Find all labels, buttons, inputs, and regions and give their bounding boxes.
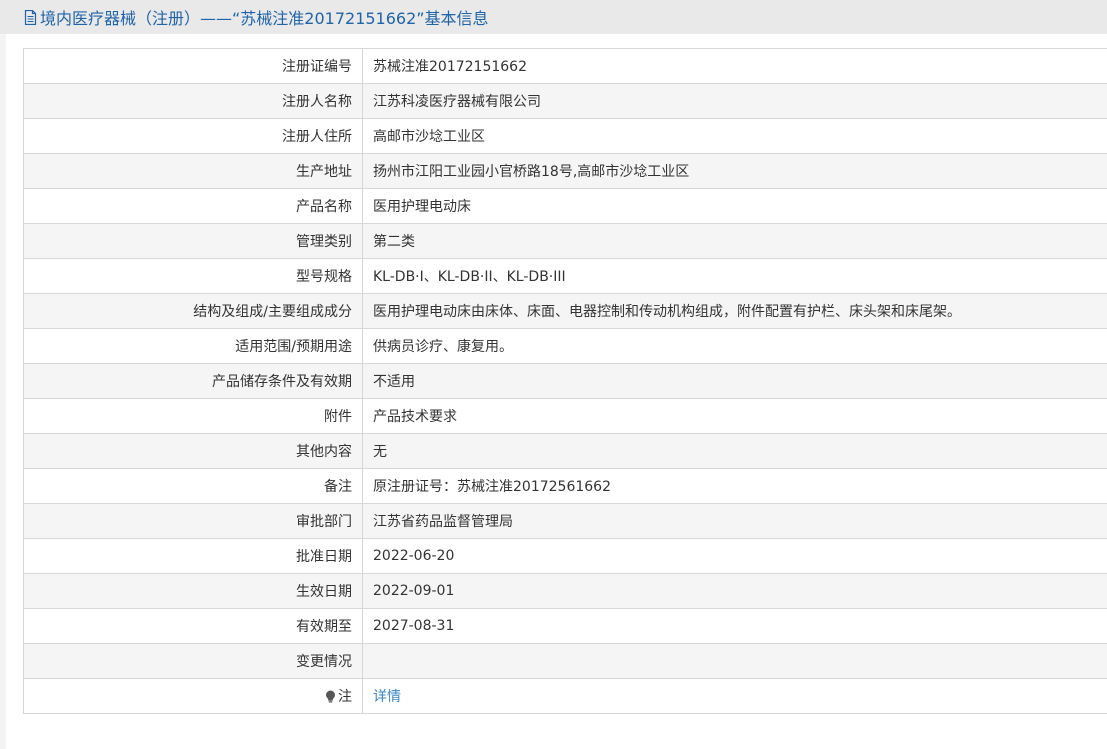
field-value: 供病员诊疗、康复用。 xyxy=(362,328,1107,364)
table-row: 变更情况 xyxy=(23,643,1107,679)
field-label: 注册人名称 xyxy=(23,83,363,119)
table-row: 附件 产品技术要求 xyxy=(23,398,1107,434)
field-value: 扬州市江阳工业园小官桥路18号,高邮市沙埝工业区 xyxy=(362,153,1107,189)
table-row: 注册人名称 江苏科凌医疗器械有限公司 xyxy=(23,83,1107,119)
table-row: 有效期至 2027-08-31 xyxy=(23,608,1107,644)
table-row: 结构及组成/主要组成成分 医用护理电动床由床体、床面、电器控制和传动机构组成，附件… xyxy=(23,293,1107,329)
field-value: KL-DB·I、KL-DB·II、KL-DB·III xyxy=(362,258,1107,294)
note-row: 注 详情 xyxy=(23,678,1107,714)
note-value-cell: 详情 xyxy=(362,678,1107,714)
field-label: 变更情况 xyxy=(23,643,363,679)
info-table: 注册证编号 苏械注准20172151662 注册人名称 江苏科凌医疗器械有限公司 注册人… xyxy=(23,48,1107,714)
field-value: 高邮市沙埝工业区 xyxy=(362,118,1107,154)
page-title: 境内医疗器械（注册）——“苏械注准20172151662”基本信息 xyxy=(40,9,489,28)
table-row: 产品储存条件及有效期 不适用 xyxy=(23,363,1107,399)
field-value: 无 xyxy=(362,433,1107,469)
detail-panel: 注册证编号 苏械注准20172151662 注册人名称 江苏科凌医疗器械有限公司 注册人… xyxy=(6,34,1107,749)
field-label: 管理类别 xyxy=(23,223,363,259)
field-label: 审批部门 xyxy=(23,503,363,539)
table-row: 产品名称 医用护理电动床 xyxy=(23,188,1107,224)
lightbulb-icon xyxy=(325,690,336,707)
field-value: 2022-06-20 xyxy=(362,538,1107,574)
field-label: 生效日期 xyxy=(23,573,363,609)
table-row: 备注 原注册证号：苏械注准20172561662 xyxy=(23,468,1107,504)
field-label: 结构及组成/主要组成成分 xyxy=(23,293,363,329)
field-label: 备注 xyxy=(23,468,363,504)
note-label-cell: 注 xyxy=(23,678,363,714)
field-value xyxy=(362,643,1107,679)
table-row: 注册人住所 高邮市沙埝工业区 xyxy=(23,118,1107,154)
table-row: 生效日期 2022-09-01 xyxy=(23,573,1107,609)
field-label: 附件 xyxy=(23,398,363,434)
table-row: 适用范围/预期用途 供病员诊疗、康复用。 xyxy=(23,328,1107,364)
table-row: 审批部门 江苏省药品监督管理局 xyxy=(23,503,1107,539)
field-value: 苏械注准20172151662 xyxy=(362,48,1107,84)
page-header: 境内医疗器械（注册）——“苏械注准20172151662”基本信息 xyxy=(0,0,1107,34)
table-row: 生产地址 扬州市江阳工业园小官桥路18号,高邮市沙埝工业区 xyxy=(23,153,1107,189)
field-label: 适用范围/预期用途 xyxy=(23,328,363,364)
field-value: 第二类 xyxy=(362,223,1107,259)
details-link[interactable]: 详情 xyxy=(373,689,401,705)
field-value: 2027-08-31 xyxy=(362,608,1107,644)
table-row: 注册证编号 苏械注准20172151662 xyxy=(23,48,1107,84)
table-row: 型号规格 KL-DB·I、KL-DB·II、KL-DB·III xyxy=(23,258,1107,294)
field-label: 产品名称 xyxy=(23,188,363,224)
table-row: 批准日期 2022-06-20 xyxy=(23,538,1107,574)
field-value: 江苏省药品监督管理局 xyxy=(362,503,1107,539)
field-label: 生产地址 xyxy=(23,153,363,189)
field-label: 有效期至 xyxy=(23,608,363,644)
field-value: 不适用 xyxy=(362,363,1107,399)
page: 境内医疗器械（注册）——“苏械注准20172151662”基本信息 注册证编号苏… xyxy=(0,0,1107,749)
note-label: 注 xyxy=(338,688,352,705)
field-value: 医用护理电动床 xyxy=(362,188,1107,224)
field-value: 原注册证号：苏械注准20172561662 xyxy=(362,468,1107,504)
field-value: 产品技术要求 xyxy=(362,398,1107,434)
field-label: 注册人住所 xyxy=(23,118,363,154)
field-label: 产品储存条件及有效期 xyxy=(23,363,363,399)
table-row: 管理类别 第二类 xyxy=(23,223,1107,259)
field-label: 注册证编号 xyxy=(23,48,363,84)
field-label: 型号规格 xyxy=(23,258,363,294)
field-value: 江苏科凌医疗器械有限公司 xyxy=(362,83,1107,119)
field-value: 医用护理电动床由床体、床面、电器控制和传动机构组成，附件配置有护栏、床头架和床尾… xyxy=(362,293,1107,329)
field-value: 2022-09-01 xyxy=(362,573,1107,609)
table-row: 其他内容无 xyxy=(23,433,1107,469)
field-label: 批准日期 xyxy=(23,538,363,574)
field-label: 其他内容 xyxy=(23,433,363,469)
document-icon xyxy=(24,9,37,25)
